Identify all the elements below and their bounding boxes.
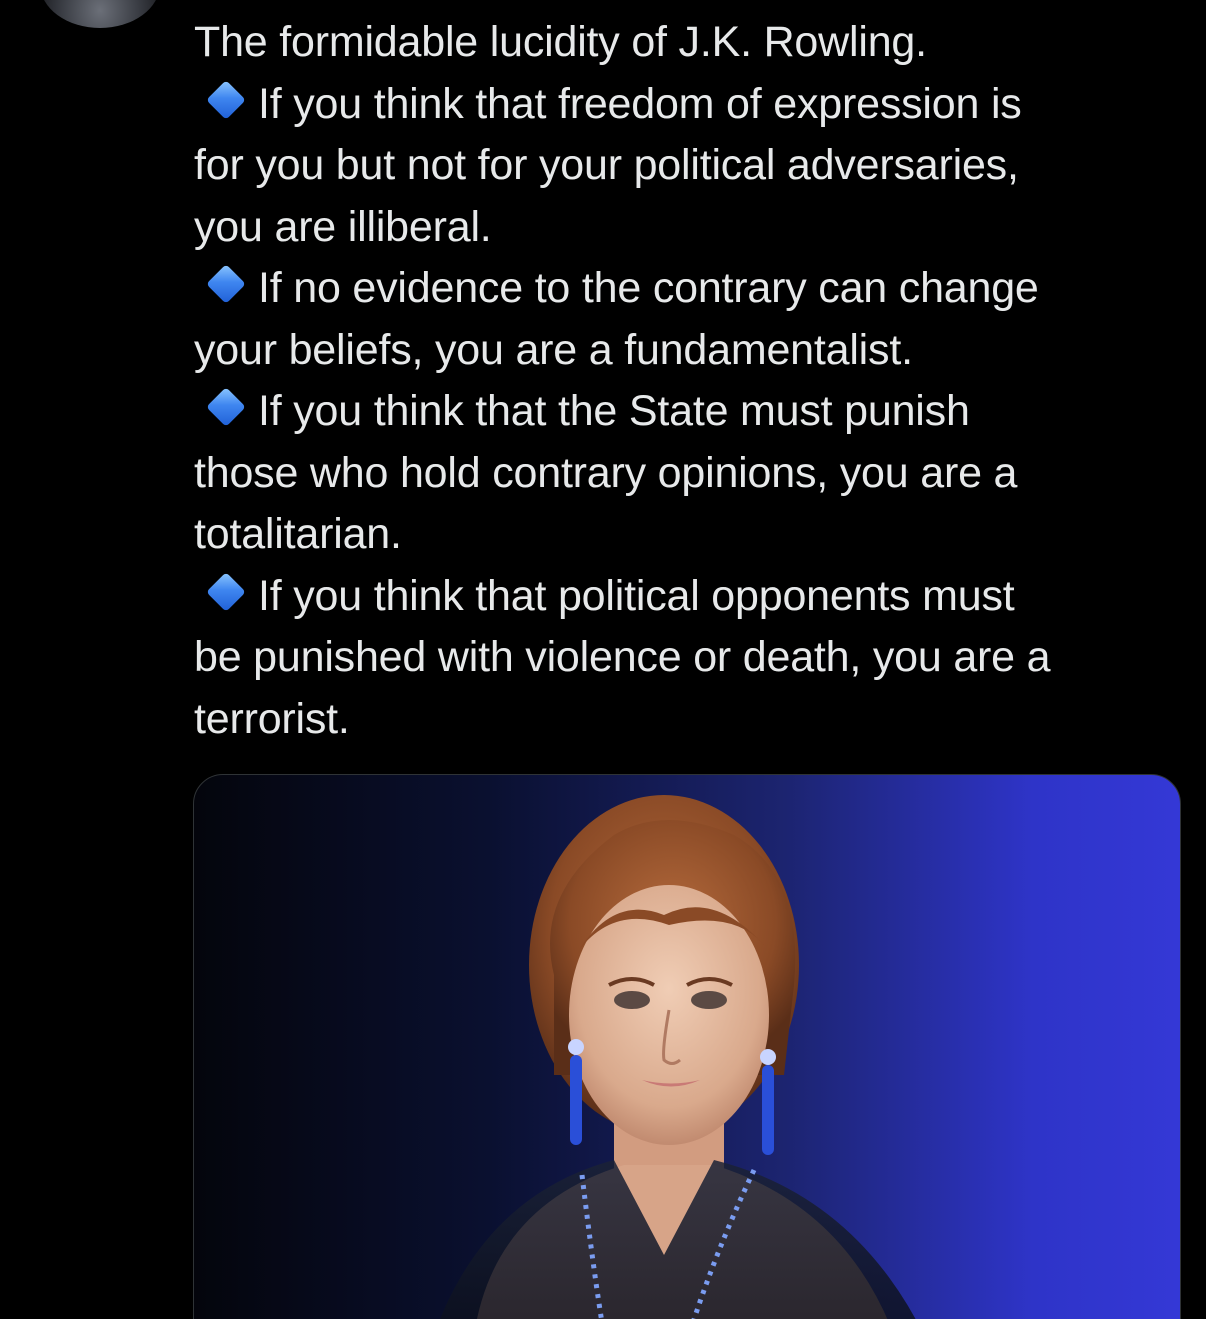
tweet-line-9: totalitarian. (194, 510, 402, 558)
tweet-line-8: those who hold contrary opinions, you ar… (194, 448, 1018, 497)
tweet-text: The formidable lucidity of J.K. Rowling.… (194, 12, 1184, 750)
blue-diamond-icon (198, 387, 252, 431)
tweet-line-12: terrorist. (194, 694, 350, 743)
tweet-line-1: The formidable lucidity of J.K. Rowling. (194, 18, 927, 66)
tweet-line-4: you are illiberal. (194, 202, 492, 251)
blue-diamond-icon (198, 80, 252, 124)
tweet-line-10: If you think that political opponents mu… (194, 566, 1184, 628)
portrait-illustration (440, 795, 916, 1319)
blue-diamond-icon (198, 572, 252, 616)
tweet-line-3: for you but not for your political adver… (194, 141, 1019, 189)
tweet-line-2: If you think that freedom of expression … (194, 74, 1184, 136)
blue-diamond-icon (198, 264, 252, 308)
author-avatar[interactable] (40, 0, 160, 28)
tweet-line-5: If no evidence to the contrary can chang… (194, 258, 1184, 320)
tweet-line-11: be punished with violence or death, you … (194, 633, 1051, 681)
tweet-line-6: your beliefs, you are a fundamentalist. (194, 325, 913, 374)
tweet-line-7: If you think that the State must punish (194, 381, 1184, 443)
tweet-photo[interactable] (193, 774, 1181, 1319)
